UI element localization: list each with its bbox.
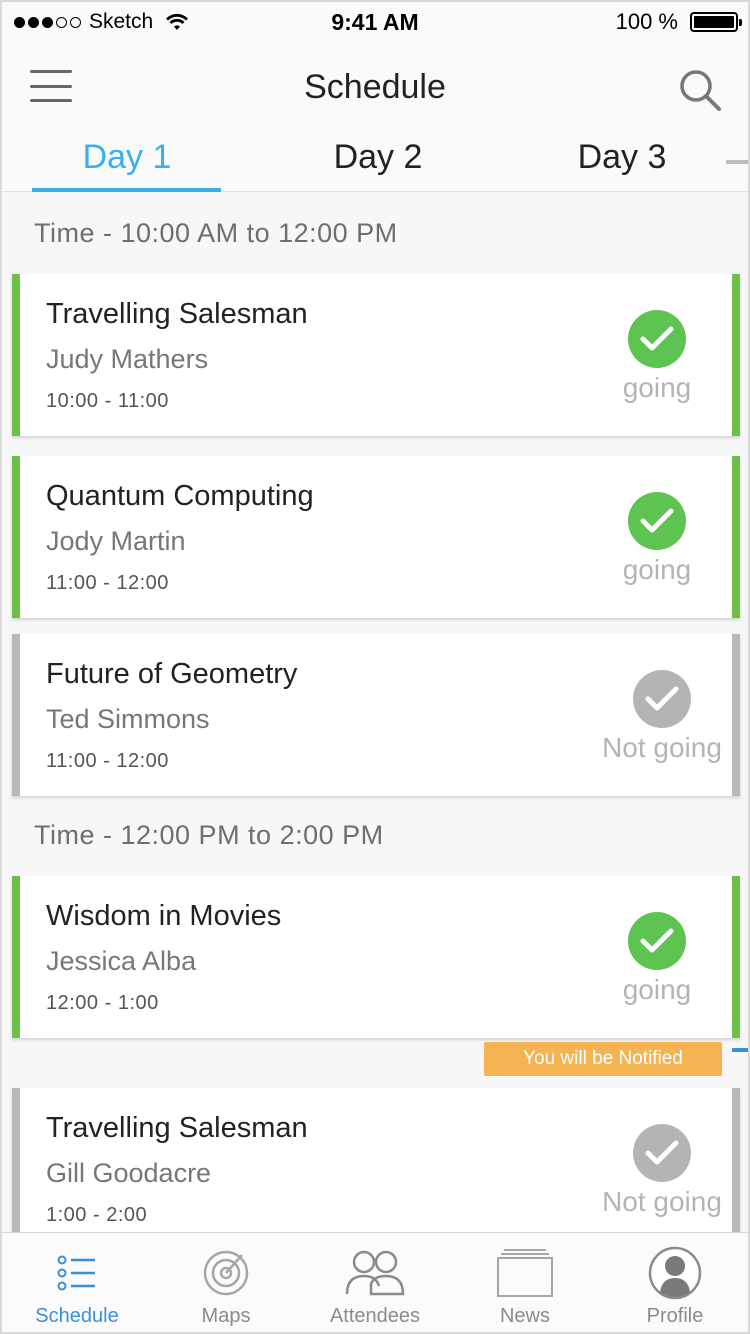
tab-label: News — [499, 1305, 550, 1327]
check-icon — [628, 492, 686, 550]
session-card[interactable]: Future of Geometry Ted Simmons 11:00 - 1… — [12, 634, 740, 796]
battery-percent: 100 % — [615, 9, 678, 34]
rsvp-status: Not going — [602, 1186, 722, 1217]
status-bar: Sketch 9:41 AM 100 % — [2, 2, 748, 42]
day-tabs: Day 1 Day 2 Day 3 — [2, 130, 748, 192]
people-icon — [300, 1245, 450, 1301]
tab-profile[interactable]: Profile — [600, 1245, 750, 1328]
session-card[interactable]: Travelling Salesman Gill Goodacre 1:00 -… — [12, 1088, 740, 1234]
rsvp-toggle[interactable]: going — [592, 912, 722, 1006]
session-title: Travelling Salesman — [46, 298, 308, 330]
tab-maps[interactable]: Maps — [151, 1245, 301, 1328]
list-icon — [2, 1245, 152, 1301]
header: Schedule Day 1 Day 2 Day 3 — [2, 42, 748, 192]
session-time: 1:00 - 2:00 — [46, 1204, 148, 1226]
session-time: 11:00 - 12:00 — [46, 750, 169, 772]
rsvp-toggle[interactable]: going — [592, 492, 722, 586]
status-right: 100 % — [615, 9, 742, 35]
bottom-tab-bar: Schedule Maps Attendees News Profile — [2, 1232, 748, 1332]
session-speaker: Ted Simmons — [46, 704, 210, 734]
target-map-icon — [151, 1245, 301, 1301]
check-icon — [628, 310, 686, 368]
rsvp-status: going — [622, 372, 692, 403]
session-speaker: Jody Martin — [46, 526, 186, 556]
rsvp-status: going — [622, 974, 692, 1005]
tab-news[interactable]: News — [450, 1245, 600, 1328]
avatar-icon — [600, 1245, 750, 1301]
time-section-header: Time - 10:00 AM to 12:00 PM — [34, 218, 398, 248]
page-title: Schedule — [304, 68, 446, 106]
time-section-header: Time - 12:00 PM to 2:00 PM — [34, 820, 384, 850]
rsvp-status: Not going — [602, 732, 722, 763]
news-icon — [450, 1245, 600, 1301]
tab-day-2[interactable]: Day 2 — [283, 138, 473, 177]
session-card[interactable]: Quantum Computing Jody Martin 11:00 - 12… — [12, 456, 740, 618]
rsvp-toggle[interactable]: Not going — [592, 1124, 732, 1218]
rsvp-status: going — [622, 554, 692, 585]
search-icon[interactable] — [678, 68, 722, 112]
schedule-list[interactable]: Time - 10:00 AM to 12:00 PM Travelling S… — [2, 192, 748, 1234]
session-title: Travelling Salesman — [46, 1112, 308, 1144]
battery-icon — [690, 12, 742, 32]
tab-label: Attendees — [329, 1305, 421, 1327]
session-title: Quantum Computing — [46, 480, 314, 512]
tab-attendees[interactable]: Attendees — [300, 1245, 450, 1328]
session-title: Wisdom in Movies — [46, 900, 282, 932]
tab-label: Schedule — [35, 1305, 119, 1327]
session-card[interactable]: Travelling Salesman Judy Mathers 10:00 -… — [12, 274, 740, 436]
tab-day-1[interactable]: Day 1 — [32, 138, 222, 177]
rsvp-toggle[interactable]: going — [592, 310, 722, 404]
tab-day-3[interactable]: Day 3 — [527, 138, 717, 177]
rsvp-toggle[interactable]: Not going — [592, 670, 732, 764]
check-icon — [633, 670, 691, 728]
session-card[interactable]: Wisdom in Movies Jessica Alba 12:00 - 1:… — [12, 876, 740, 1038]
tab-scroll-hint — [726, 160, 748, 164]
check-icon — [633, 1124, 691, 1182]
tab-label: Maps — [201, 1305, 251, 1327]
check-icon — [628, 912, 686, 970]
notification-badge: You will be Notified — [484, 1042, 722, 1076]
session-speaker: Gill Goodacre — [46, 1158, 212, 1188]
session-time: 10:00 - 11:00 — [46, 390, 169, 412]
session-time: 12:00 - 1:00 — [46, 992, 159, 1014]
tab-schedule[interactable]: Schedule — [2, 1245, 152, 1328]
tab-label: Profile — [646, 1305, 704, 1327]
session-speaker: Jessica Alba — [46, 946, 197, 976]
session-time: 11:00 - 12:00 — [46, 572, 169, 594]
scroll-marker — [732, 1048, 748, 1052]
session-speaker: Judy Mathers — [46, 344, 209, 374]
session-title: Future of Geometry — [46, 658, 298, 690]
